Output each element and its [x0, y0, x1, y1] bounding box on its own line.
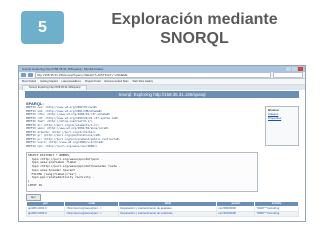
table-row: ppnPR-C005.0 <http://purl.org/weso/ppn/.…	[25, 211, 299, 217]
prefix-list: PREFIX owl: <http://www.w3.org/2002/07/o…	[26, 106, 258, 150]
bookmark-item[interactable]: Latest Headlines	[62, 80, 81, 83]
browse-panel: Browse: Classes Properties	[265, 106, 299, 146]
forward-icon[interactable]	[28, 73, 33, 77]
search-input[interactable]	[273, 72, 303, 78]
browser-screenshot: Snorql: Exploring http://158.35.31.156/s…	[18, 65, 306, 222]
bookmark-item[interactable]: Recommended Sites	[104, 80, 128, 83]
minimize-button[interactable]	[286, 67, 291, 71]
slide-title: Exploración mediante SNORQL	[82, 10, 307, 48]
prefix-line: PREFIX cpv: <http://purl.org/weso/cpv/20…	[26, 143, 98, 148]
table-cell[interactable]: ppnPR-C005.0	[25, 211, 66, 217]
window-controls	[286, 67, 303, 71]
table-cell[interactable]: <http://purl.org/weso/ppn/...>	[64, 211, 120, 217]
close-button[interactable]	[298, 67, 303, 71]
table-cell: Reparación y mantenimiento de vehículos	[118, 211, 218, 217]
snorql-page: Snorql: Exploring http://158.35.31.156/s…	[19, 90, 305, 221]
address-bar[interactable]: http://158.35.31.156/snorql/?query=SELEC…	[35, 72, 271, 78]
execute-query-button[interactable]: Go!	[26, 194, 41, 201]
slide-title-line-1: Exploración mediante	[111, 11, 278, 28]
navigation-bar: http://158.35.31.156/snorql/?query=SELEC…	[19, 72, 305, 79]
bookmark-item[interactable]: Web Slice Gallery	[133, 80, 154, 83]
window-title: Snorql: Exploring http://158.35.31.156/s…	[22, 67, 104, 71]
table-cell: "0050"^^xsd:string	[254, 211, 299, 217]
table-row: ppnPR-C004.0 <http://purl.org/weso/ppn/.…	[25, 206, 299, 212]
query-editor[interactable]: SELECT DISTINCT * WHERE{ ?ppn <http://pu…	[26, 152, 258, 192]
table-cell[interactable]: cpv:50100000	[216, 211, 256, 217]
results-table: ppn code label parent activity ppnPR-C00…	[25, 201, 299, 217]
bookmark-item[interactable]: Project Portal	[85, 80, 101, 83]
slide-number-badge: 5	[21, 11, 64, 44]
maximize-button[interactable]	[292, 67, 297, 71]
slide-number: 5	[38, 18, 47, 36]
bookmark-item[interactable]: Most Visited	[22, 80, 36, 83]
browse-link-properties[interactable]: Properties	[268, 116, 296, 120]
bookmark-item[interactable]: Getting Started	[40, 80, 57, 83]
slide-title-line-2: SNORQL	[160, 30, 229, 47]
snorql-banner: Snorql: Exploring http://158.35.31.156/s…	[25, 91, 299, 98]
back-icon[interactable]	[21, 73, 26, 77]
